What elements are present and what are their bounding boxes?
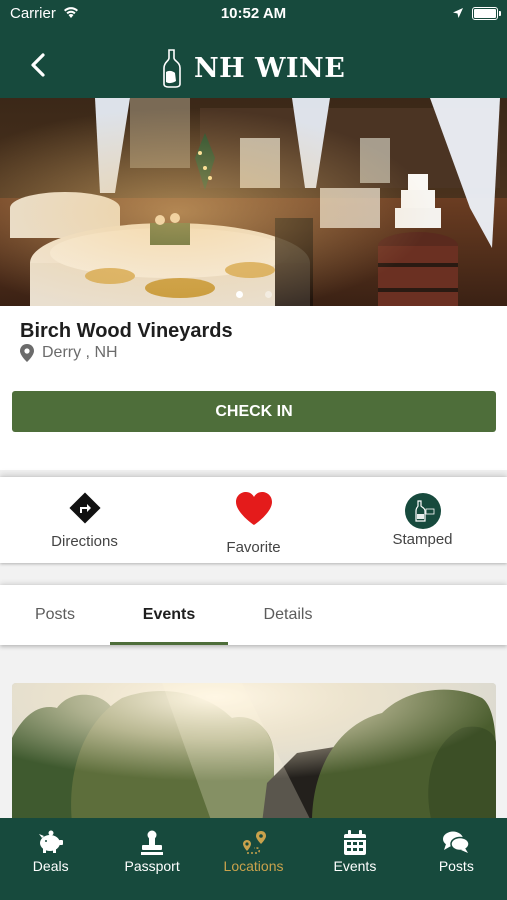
map-pin-icon [20,344,34,362]
favorite-label: Favorite [226,539,281,556]
stamped-button[interactable]: Stamped [338,477,507,563]
venue-photo-carousel[interactable] [0,98,507,306]
venue-photo [0,98,507,306]
tab-posts[interactable]: Posts [0,585,114,645]
back-chevron-icon[interactable] [26,52,52,78]
clock: 10:52 AM [220,5,287,22]
venue-actions: Directions Favorite Stamped [0,477,507,563]
heart-icon [235,492,272,525]
stamp-icon [404,493,441,529]
wine-bottle-logo-icon [163,49,181,88]
stamped-label: Stamped [392,531,453,548]
carousel-dot[interactable] [264,291,272,298]
venue-location: Derry , NH [20,344,118,362]
directions-button[interactable]: Directions [0,477,169,563]
bottom-tab-bar: Deals Passport Locations Events Posts [0,818,507,900]
tab-events[interactable]: Events [110,585,228,645]
directions-label: Directions [51,533,118,550]
content-tabs: Posts Events Details [0,585,507,645]
stamp-icon [141,830,164,855]
event-card[interactable] [12,683,496,823]
favorite-button[interactable]: Favorite [169,477,338,563]
tab-events-nav-label: Events [333,858,377,874]
tab-posts-nav[interactable]: Posts [406,818,507,900]
carousel-page-indicator [0,291,507,298]
map-route-icon [242,831,266,854]
active-tab-indicator [110,642,228,645]
chat-bubbles-icon [443,831,471,853]
directions-icon [68,492,101,524]
piggy-bank-icon [38,830,63,853]
tab-passport[interactable]: Passport [101,818,202,900]
tab-passport-label: Passport [124,858,180,874]
tab-locations[interactable]: Locations [203,818,304,900]
calendar-icon [343,830,366,855]
tab-events-nav[interactable]: Events [304,818,405,900]
venue-name: Birch Wood Vineyards [20,320,233,342]
navigation-bar: NH WINE [0,30,507,98]
logo-text: NH WINE [194,52,346,84]
venue-info-section: Birch Wood Vineyards Derry , NH CHECK IN [0,306,507,470]
carousel-dot[interactable] [235,291,243,298]
tab-events-label: Events [142,606,196,623]
check-in-button[interactable]: CHECK IN [12,391,496,432]
tab-details[interactable]: Details [229,585,347,645]
tab-deals-label: Deals [32,858,69,874]
app-logo: NH WINE [160,48,345,88]
battery-icon [472,7,501,20]
status-bar: Carrier 10:52 AM [0,0,507,30]
location-arrow-icon [453,8,463,18]
venue-location-text: Derry , NH [42,344,118,361]
tab-locations-label: Locations [223,858,284,874]
tab-posts-nav-label: Posts [438,858,474,874]
event-photo [12,683,496,823]
tab-deals[interactable]: Deals [0,818,101,900]
